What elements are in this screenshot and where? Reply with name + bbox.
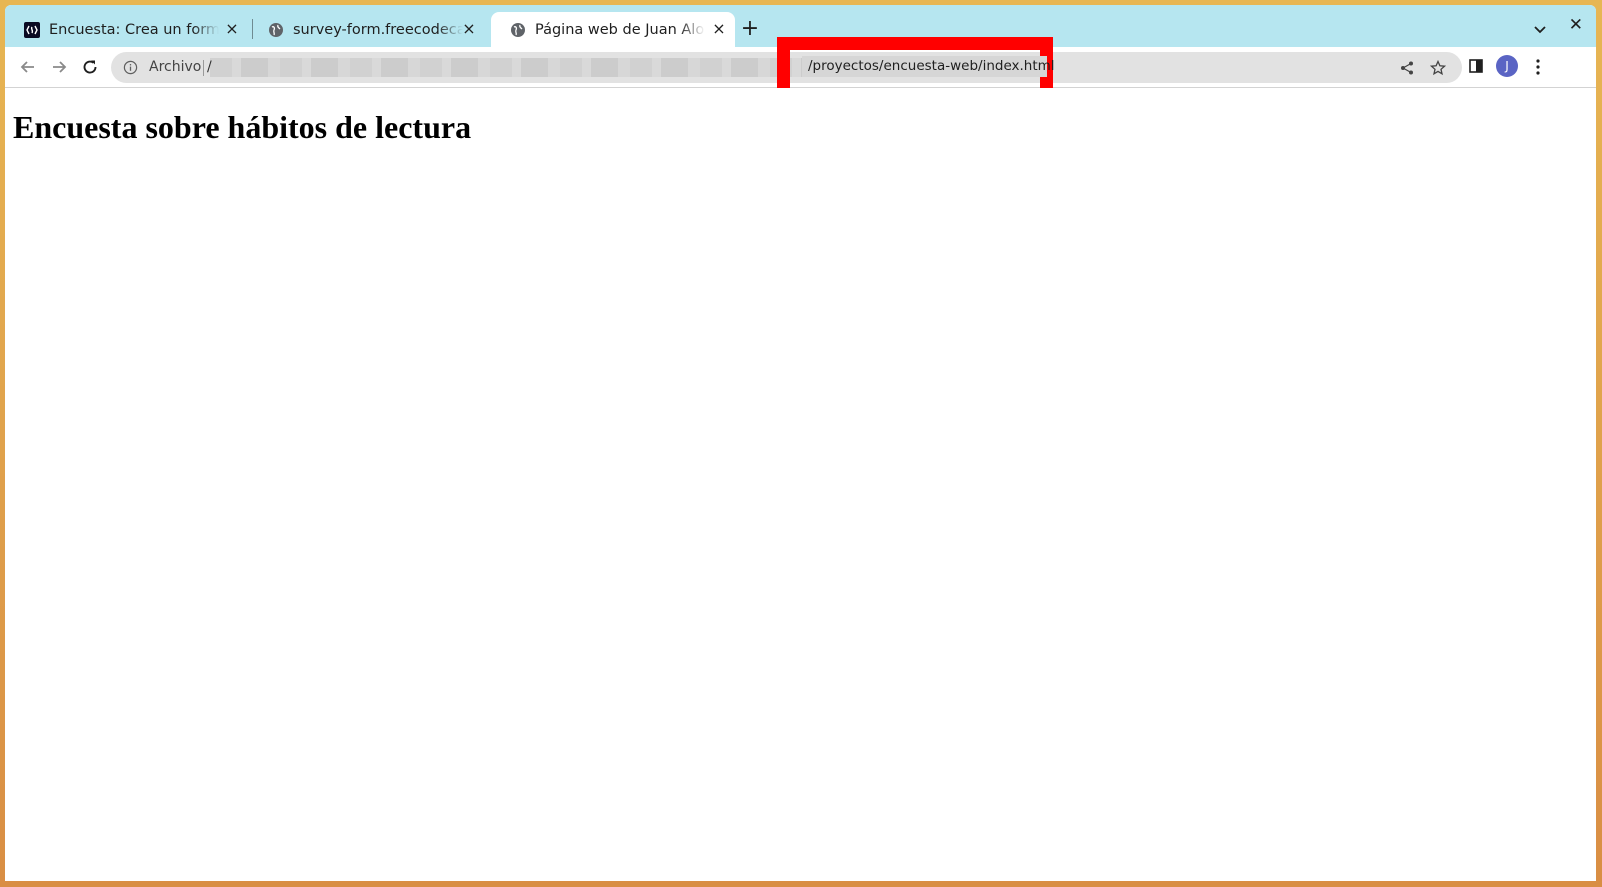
kebab-menu-icon[interactable] [1535,59,1541,75]
tab-encuesta-freecodecamp[interactable]: Encuesta: Crea un formulario × [5,12,248,47]
browser-toolbar: Archivo / /proyectos/encuesta-web/index.… [5,37,1596,106]
globe-icon [269,22,283,37]
tab-title: Encuesta: Crea un formulario [49,21,219,38]
url-path-text[interactable]: /proyectos/encuesta-web/index.html [802,56,1055,77]
reload-icon[interactable] [81,58,99,76]
bookmark-star-icon[interactable] [1430,60,1446,76]
omnibox-divider [203,60,204,76]
file-scheme-label: Archivo [149,59,202,75]
profile-avatar[interactable]: J [1496,55,1518,77]
tab-title: Página web de Juan Alonso [535,21,705,38]
page-viewport: Encuesta sobre hábitos de lectura [5,88,1596,881]
globe-icon [511,22,525,37]
window-close-button[interactable]: ✕ [1569,17,1583,34]
share-icon[interactable] [1399,60,1415,76]
chevron-down-icon[interactable] [1532,21,1548,37]
new-tab-button[interactable]: + [740,18,760,40]
tab-survey-form[interactable]: survey-form.freecodecamp.rocks × [249,12,485,47]
close-icon[interactable]: × [224,21,240,37]
forward-arrow-icon[interactable] [50,58,68,76]
tab-title: survey-form.freecodecamp.rocks [293,21,463,38]
close-icon[interactable]: × [461,21,477,37]
tab-pagina-web-active[interactable]: Página web de Juan Alonso × [491,12,735,47]
browser-window: Encuesta: Crea un formulario × survey-fo… [5,5,1596,881]
url-prefix: / [207,59,212,75]
page-heading: Encuesta sobre hábitos de lectura [13,109,472,145]
close-icon[interactable]: × [711,21,727,37]
info-icon[interactable] [123,60,138,75]
back-arrow-icon[interactable] [19,58,37,76]
side-panel-icon[interactable] [1469,59,1483,73]
redacted-url-segment [210,58,802,77]
freecodecamp-icon [24,21,40,38]
